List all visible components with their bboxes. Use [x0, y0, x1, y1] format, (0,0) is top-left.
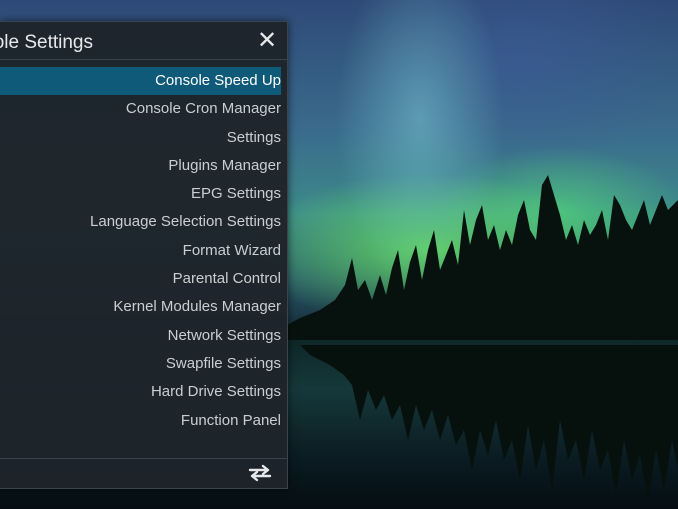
- list-item[interactable]: Network Settings: [0, 322, 281, 350]
- settings-panel: Console Settings ✕ Console Speed Up Cons…: [0, 21, 288, 489]
- list-item-label: Settings: [226, 128, 281, 146]
- list-item-label: Hard Drive Settings: [150, 383, 281, 401]
- list-item[interactable]: Format Wizard: [0, 237, 281, 265]
- swap-arrows-icon[interactable]: [247, 463, 273, 483]
- list-item-label: Console Speed Up: [155, 72, 281, 89]
- list-item[interactable]: Parental Control: [0, 265, 281, 293]
- list-item[interactable]: EPG Settings: [0, 180, 281, 208]
- list-item[interactable]: Console Cron Manager: [0, 95, 281, 123]
- panel-footer: [0, 458, 287, 488]
- list-item-label: Network Settings: [167, 326, 281, 344]
- list-item-label: EPG Settings: [190, 185, 281, 203]
- list-item-label: Kernel Modules Manager: [113, 298, 281, 316]
- panel-header: Console Settings ✕: [0, 22, 287, 60]
- list-item[interactable]: Function Panel: [0, 407, 281, 435]
- list-item[interactable]: Settings: [0, 124, 281, 152]
- list-item[interactable]: Kernel Modules Manager: [0, 293, 281, 321]
- list-item[interactable]: Language Selection Settings: [0, 208, 281, 236]
- list-item[interactable]: Console Speed Up: [0, 67, 281, 96]
- list-item-label: Parental Control: [172, 270, 281, 288]
- list-item-label: Swapfile Settings: [165, 354, 281, 372]
- list-item[interactable]: Hard Drive Settings: [0, 378, 281, 406]
- panel-title: Console Settings: [0, 32, 93, 53]
- list-item-label: Console Cron Manager: [125, 100, 281, 118]
- list-item-label: Language Selection Settings: [90, 213, 281, 231]
- list-item[interactable]: Swapfile Settings: [0, 350, 281, 378]
- list-item-label: Function Panel: [180, 411, 281, 429]
- list-item[interactable]: Plugins Manager: [0, 152, 281, 180]
- close-icon[interactable]: ✕: [255, 29, 279, 53]
- settings-list: Console Speed Up Console Cron Manager Se…: [0, 67, 281, 435]
- list-item-label: Plugins Manager: [168, 156, 281, 174]
- list-item-label: Format Wizard: [182, 241, 281, 259]
